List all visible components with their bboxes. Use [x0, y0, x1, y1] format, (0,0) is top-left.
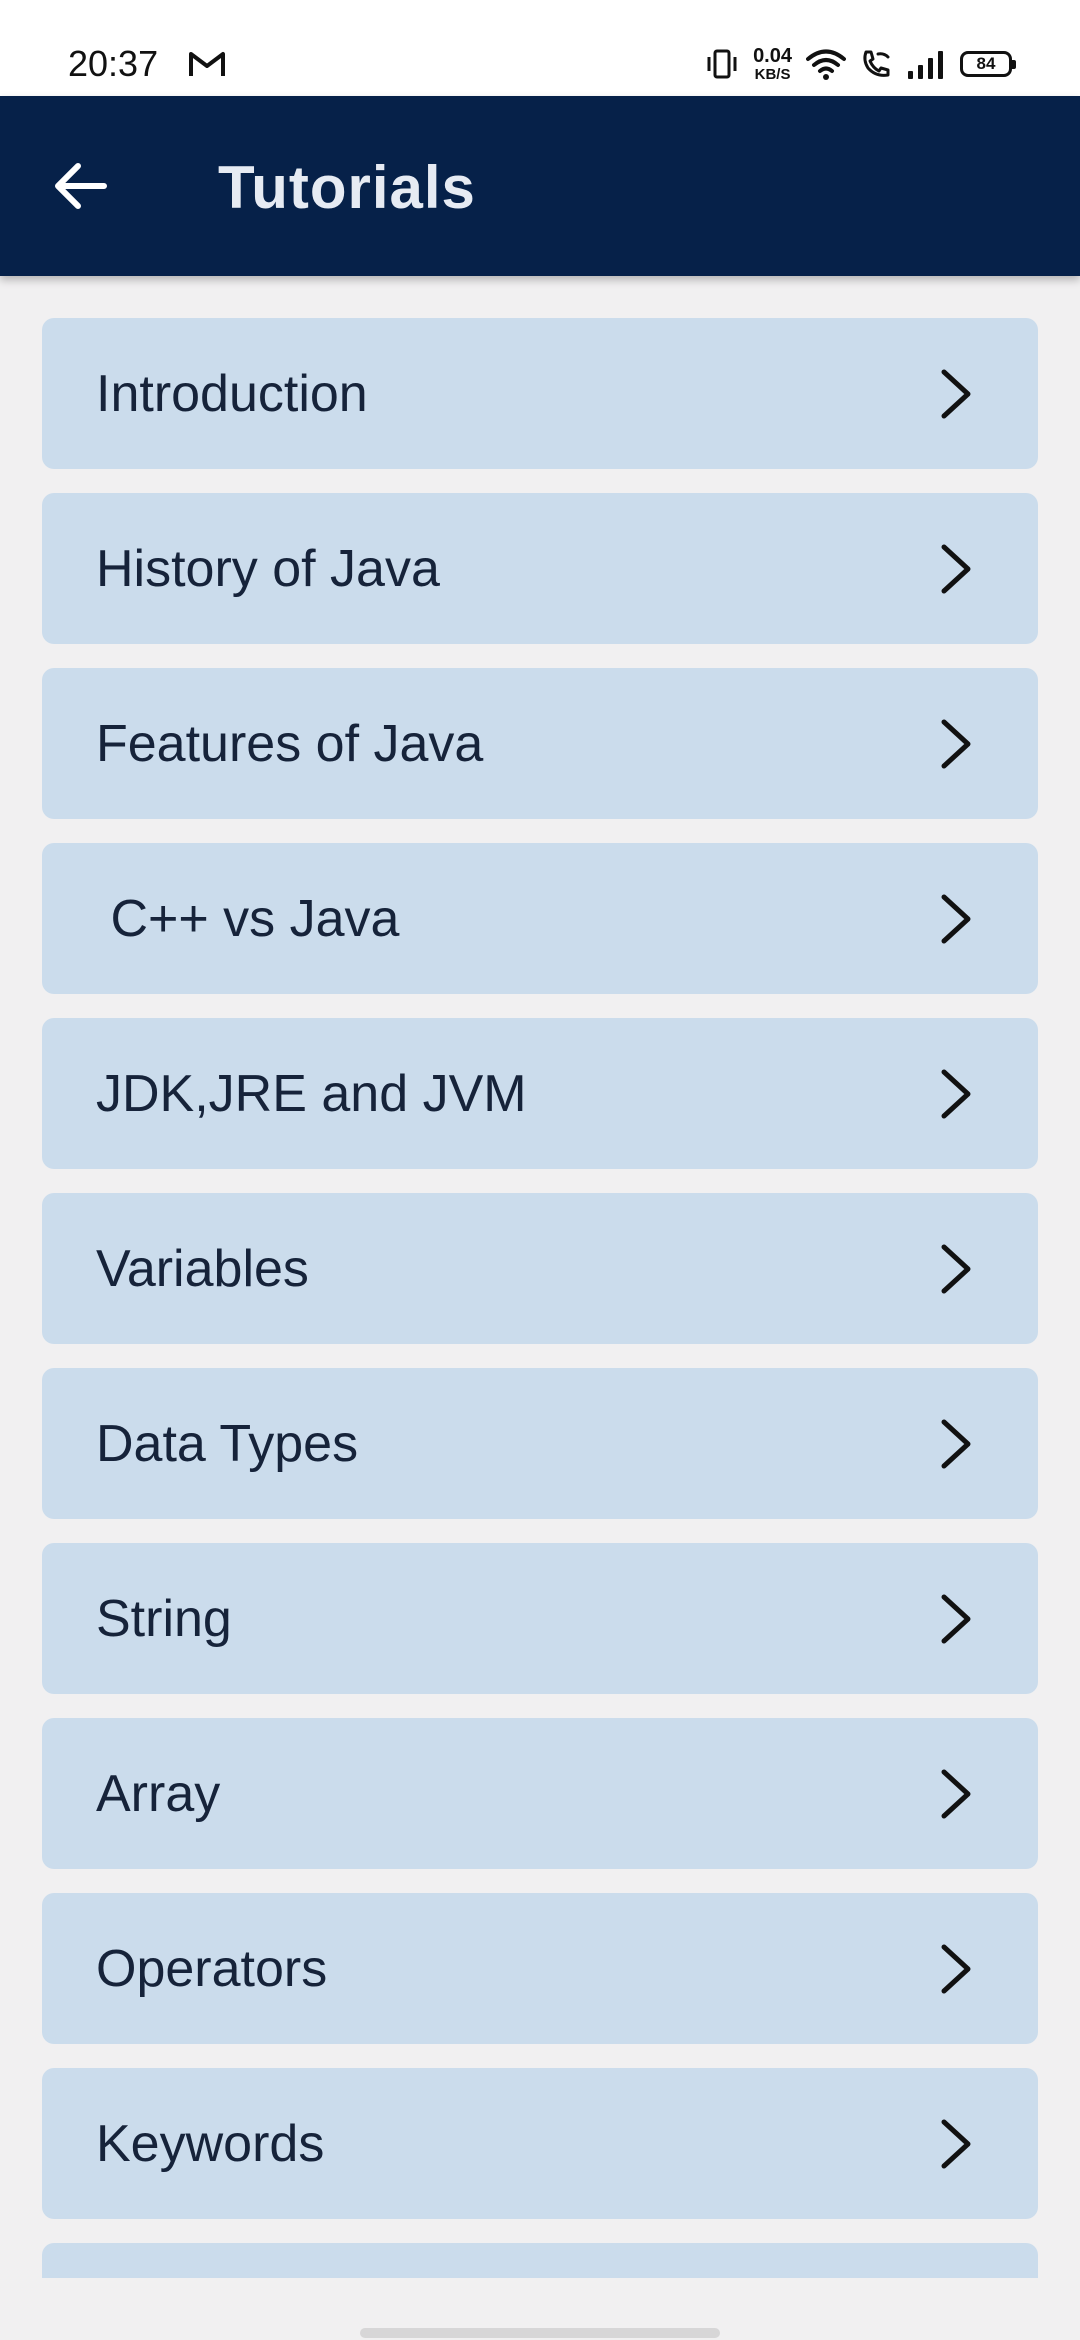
wifi-call-icon	[863, 50, 890, 77]
wifi-icon	[806, 49, 846, 80]
list-item-label: Operators	[96, 1939, 328, 1998]
list-item-array[interactable]: Array	[42, 1718, 1038, 1869]
list-item-label: Keywords	[96, 2114, 325, 2173]
battery-level: 84	[976, 54, 996, 73]
list-item-label: C++ vs Java	[96, 889, 400, 948]
list-item-introduction[interactable]: Introduction	[42, 318, 1038, 469]
vibrate-icon	[707, 49, 737, 79]
gmail-icon	[189, 52, 225, 76]
list-item-keywords[interactable]: Keywords	[42, 2068, 1038, 2219]
home-indicator[interactable]	[360, 2328, 720, 2338]
list-item-data-types[interactable]: Data Types	[42, 1368, 1038, 1519]
status-icons: 0.04 KB/S 84	[705, 44, 1016, 84]
chevron-right-icon	[941, 894, 971, 943]
chevron-right-icon	[941, 1419, 971, 1468]
page-title: Tutorials	[218, 154, 476, 221]
chevron-right-icon	[941, 369, 971, 418]
list-item-label: Features of Java	[96, 714, 484, 773]
app-bar: Tutorials	[0, 96, 1080, 276]
list-item-label: Data Types	[96, 1414, 359, 1473]
list-item-label: JDK,JRE and JVM	[96, 1064, 527, 1123]
list-item-operators[interactable]: Operators	[42, 1893, 1038, 2044]
network-speed-value: 0.04	[753, 45, 792, 67]
list-item-label: Introduction	[96, 364, 368, 423]
back-button[interactable]	[40, 136, 120, 236]
chevron-right-icon	[941, 719, 971, 768]
network-speed: 0.04 KB/S	[753, 46, 792, 82]
network-speed-unit: KB/S	[754, 66, 791, 83]
list-item-jdk-jre-jvm[interactable]: JDK,JRE and JVM	[42, 1018, 1038, 1169]
list-item-label: String	[96, 1589, 232, 1648]
chevron-right-icon	[941, 1769, 971, 1818]
chevron-right-icon	[941, 544, 971, 593]
tutorial-list: Introduction History of Java Features of…	[0, 276, 1080, 2278]
list-item-label: Variables	[96, 1239, 309, 1298]
list-item-partial[interactable]	[42, 2243, 1038, 2278]
chevron-right-icon	[941, 1244, 971, 1293]
list-item-label: Array	[96, 1764, 221, 1823]
list-item-label: History of Java	[96, 539, 440, 598]
arrow-left-icon	[55, 163, 107, 209]
chevron-right-icon	[941, 1594, 971, 1643]
list-item-string[interactable]: String	[42, 1543, 1038, 1694]
chevron-right-icon	[941, 1069, 971, 1118]
battery-icon: 84	[960, 51, 1016, 77]
list-item-features-of-java[interactable]: Features of Java	[42, 668, 1038, 819]
signal-icon	[908, 51, 943, 79]
chevron-right-icon	[941, 2119, 971, 2168]
status-time: 20:37	[68, 43, 159, 84]
list-item-cpp-vs-java[interactable]: C++ vs Java	[42, 843, 1038, 994]
chevron-right-icon	[941, 1944, 971, 1993]
status-bar: 20:37 0.04 KB/S 84	[0, 0, 1080, 96]
list-item-variables[interactable]: Variables	[42, 1193, 1038, 1344]
list-item-history-of-java[interactable]: History of Java	[42, 493, 1038, 644]
